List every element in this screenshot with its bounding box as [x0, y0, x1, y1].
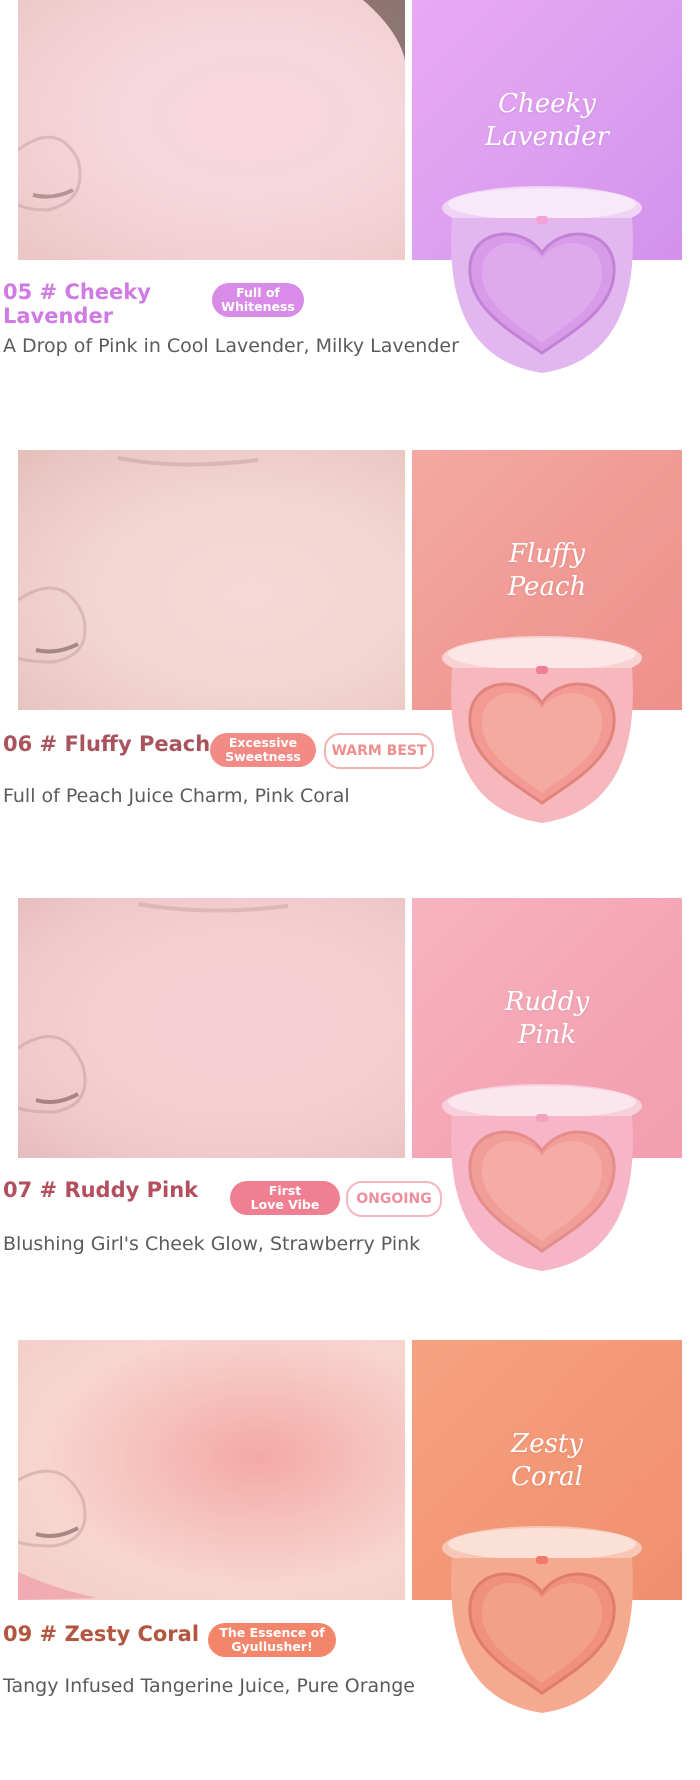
shade-title: 06 # Fluffy Peach [3, 732, 211, 756]
nose-contour-icon [18, 1469, 98, 1600]
swatch-shade-label: Zesty Coral [511, 1429, 583, 1492]
heart-compact-icon [442, 1084, 642, 1271]
heart-compact-icon [442, 1526, 642, 1713]
shade-section-ruddy-pink: Ruddy Pink 07 # Ruddy Pink First Love Vib… [0, 898, 700, 1338]
shade-description: Tangy Infused Tangerine Juice, Pure Oran… [3, 1675, 415, 1697]
shade-section-cheeky-lavender: Cheeky Lavender 05 # Cheeky Lavender Ful… [0, 0, 700, 440]
skin-swatch-photo [18, 450, 405, 710]
shade-title: 05 # Cheeky Lavender [3, 280, 151, 328]
shade-description: Blushing Girl's Cheek Glow, Strawberry P… [3, 1233, 421, 1255]
shade-title: 07 # Ruddy Pink [3, 1178, 199, 1202]
skin-swatch-photo [18, 0, 405, 260]
shade-badge: The Essence of Gyullusher! [208, 1623, 336, 1657]
swatch-shade-label: Fluffy Peach [507, 539, 587, 602]
nose-contour-icon [18, 902, 289, 1114]
shade-title: 09 # Zesty Coral [3, 1622, 200, 1646]
nose-contour-icon [18, 456, 259, 664]
shade-section-fluffy-peach: Fluffy Peach 06 # Fluffy Peach Excessive… [0, 450, 700, 890]
shade-tag: WARM BEST [324, 733, 434, 769]
shade-badge: First Love Vibe [230, 1181, 340, 1215]
skin-swatch-photo [18, 898, 405, 1158]
heart-compact-icon [442, 186, 642, 373]
nose-contour-icon [18, 0, 405, 212]
heart-compact-icon [442, 636, 642, 823]
shade-badge: Excessive Sweetness [210, 733, 316, 767]
shade-description: Full of Peach Juice Charm, Pink Coral [3, 785, 350, 807]
shade-description: A Drop of Pink in Cool Lavender, Milky L… [3, 335, 459, 357]
skin-swatch-photo [18, 1340, 405, 1600]
swatch-shade-label: Ruddy Pink [504, 987, 590, 1050]
shade-tag: ONGOING [346, 1181, 442, 1217]
shade-badge: Full of Whiteness [212, 283, 304, 317]
swatch-shade-label: Cheeky Lavender [484, 89, 610, 152]
shade-section-zesty-coral: Zesty Coral 09 # Zesty Coral The Essence… [0, 1340, 700, 1780]
